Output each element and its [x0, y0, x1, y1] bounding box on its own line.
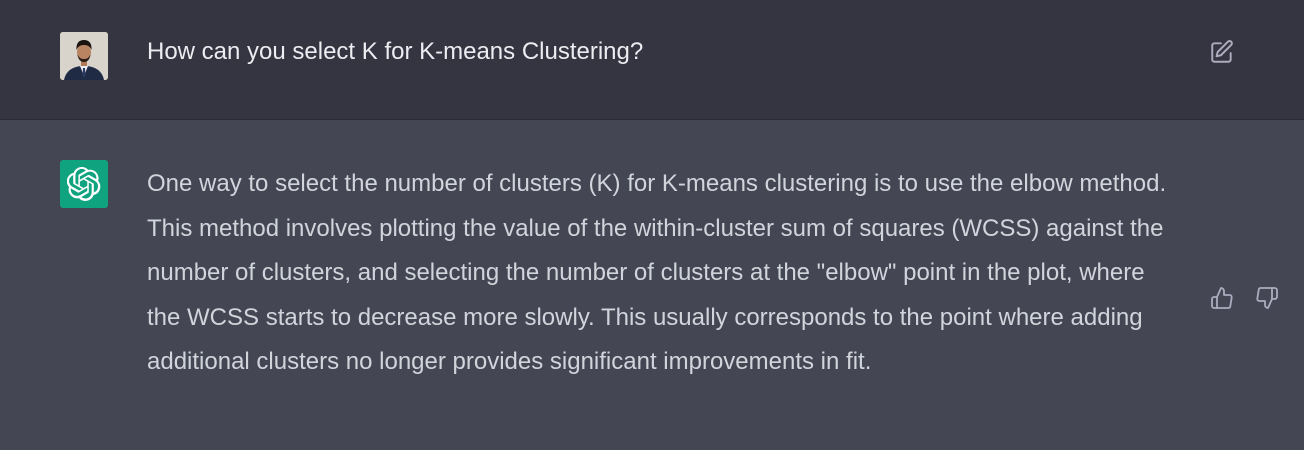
user-avatar-icon — [60, 32, 108, 80]
edit-button[interactable] — [1207, 37, 1237, 67]
edit-icon — [1211, 40, 1233, 63]
thumbs-up-icon — [1211, 287, 1233, 309]
thumbs-down-button[interactable] — [1252, 283, 1282, 313]
user-avatar — [60, 32, 108, 80]
user-message-text: How can you select K for K-means Cluster… — [147, 38, 644, 65]
user-message-row: How can you select K for K-means Cluster… — [0, 0, 1304, 120]
thumbs-down-icon — [1256, 287, 1278, 309]
assistant-message-row: One way to select the number of clusters… — [0, 120, 1304, 450]
assistant-avatar — [60, 160, 108, 208]
thumbs-up-button[interactable] — [1207, 283, 1237, 313]
assistant-message-text: One way to select the number of clusters… — [147, 170, 1167, 376]
openai-logo-icon — [67, 167, 101, 201]
